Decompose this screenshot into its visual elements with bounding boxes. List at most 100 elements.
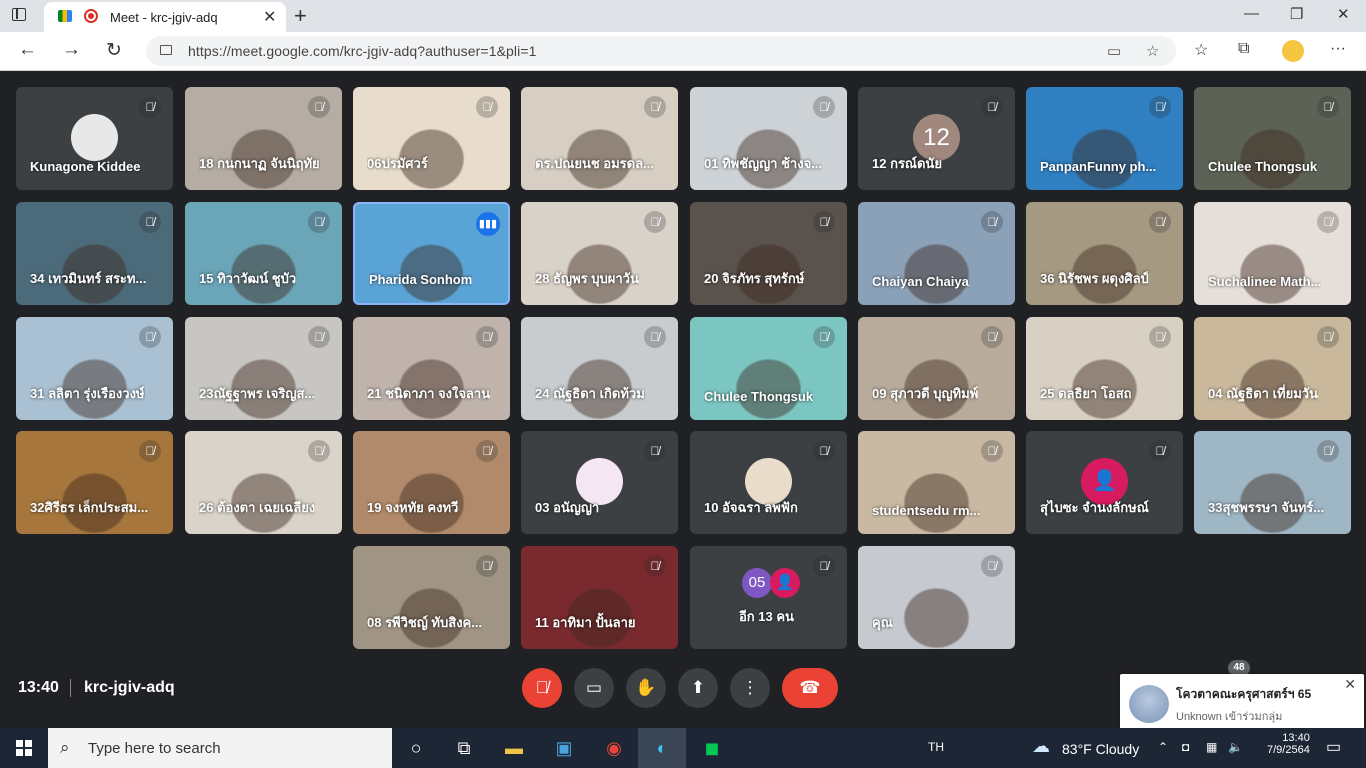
participant-tile[interactable]: 🎙̸ 15 ทิวาวัฒน์ ชูบัว (185, 202, 342, 305)
participant-tile[interactable]: 🎙̸ 04 ณัฐธิดา เที่ยมวัน (1194, 317, 1351, 420)
new-tab-button[interactable]: + (294, 3, 307, 29)
participant-name: Chulee Thongsuk (704, 389, 814, 404)
participant-tile[interactable]: 🎙̸ 26 ต้องตา เฉยเฉลียง (185, 431, 342, 534)
participant-tile[interactable]: 🎙̸ 34 เทวมินทร์ สระท... (16, 202, 173, 305)
leave-call-button[interactable]: ☎ (782, 668, 838, 708)
participant-tile[interactable]: 🎙̸ Suchalinee Math... (1194, 202, 1351, 305)
notification-center-icon[interactable]: ▭ (1326, 737, 1341, 757)
participant-tile[interactable]: 🎙̸ 01 ทิพชัญญา ช้างจ... (690, 87, 847, 190)
participant-tile[interactable]: 🎙̸ 33สุชพรรษา จันทร์... (1194, 431, 1351, 534)
join-notification[interactable]: โควตาคณะครุศาสตร์ฯ 65 Unknown เข้าร่วมกล… (1120, 674, 1364, 732)
lock-icon[interactable] (160, 45, 172, 55)
participant-tile[interactable]: 🎙̸ 24 ณัฐธิดา เกิดท้วม (521, 317, 678, 420)
participant-tile[interactable]: 🎙̸ 28 ธัญพร บุบผาวัน (521, 202, 678, 305)
participant-tile[interactable]: 12 🎙̸ 12 กรณ์ดนัย (858, 87, 1015, 190)
minimize-icon[interactable]: — (1244, 5, 1259, 22)
participant-name: 09 สุภาวดี บุญทิมพ์ (872, 386, 979, 401)
notification-close-icon[interactable]: ✕ (1344, 676, 1356, 693)
mic-muted-icon: 🎙̸ (308, 440, 330, 462)
profile-avatar[interactable] (1282, 40, 1304, 62)
search-placeholder: Type here to search (88, 740, 221, 757)
participant-tile[interactable]: 🎙̸ Chulee Thongsuk (1194, 87, 1351, 190)
edge-icon[interactable]: ◐ (638, 728, 686, 768)
participant-tile[interactable]: ▮▮▮ Pharida Sonhom (353, 202, 510, 305)
participant-tile[interactable]: 🎙̸ 20 จิรภัทร สุทรักษ์ (690, 202, 847, 305)
participant-name: อีก 13 คน (739, 609, 794, 624)
participant-tile[interactable]: 🎙̸ 36 นิรัชพร ผดุงศิลป์ (1026, 202, 1183, 305)
collections-icon[interactable]: ⧉ (1238, 40, 1249, 58)
language-indicator[interactable]: TH (928, 740, 944, 754)
meet-tray-icon[interactable]: ◘ (1182, 740, 1189, 754)
task-view-icon[interactable]: ⧉ (440, 728, 488, 768)
more-menu-icon[interactable]: ··· (1330, 40, 1346, 58)
url-text[interactable]: https://meet.google.com/krc-jgiv-adq?aut… (188, 43, 537, 59)
raise-hand-button[interactable]: ✋ (626, 668, 666, 708)
line-app-icon[interactable]: ◼ (688, 728, 736, 768)
participant-tile[interactable]: 🎙̸ 11 อาทิมา ปั้นลาย (521, 546, 678, 649)
participant-tile[interactable]: 👤 🎙̸ สุไบซะ จำนงลักษณ์ (1026, 431, 1183, 534)
favorites-icon[interactable]: ☆ (1194, 40, 1208, 60)
back-icon[interactable]: ← (18, 39, 37, 61)
participant-tile[interactable]: 🎙̸ 25 ดลธิยา โอสถ (1026, 317, 1183, 420)
participant-name: 31 ลลิตา รุ่งเรืองวงษ์ (30, 386, 145, 401)
cortana-icon[interactable]: ○ (392, 728, 440, 768)
notification-subtitle: Unknown เข้าร่วมกลุ่ม (1176, 711, 1283, 723)
mic-muted-icon: 🎙̸ (139, 440, 161, 462)
participant-tile[interactable]: 🎙̸ ดร.ปณยนช อมรดล... (521, 87, 678, 190)
mic-muted-icon: 🎙̸ (1317, 96, 1339, 118)
tab-title: Meet - krc-jgiv-adq (110, 10, 218, 25)
present-screen-button[interactable]: ⬆ (678, 668, 718, 708)
participant-name: studentsedu rm... (872, 503, 981, 518)
participant-grid: 🎙̸ Kunagone Kiddee 🎙̸ 18 กนกนาฏ จันนิฤทัย 🎙̸… (0, 71, 1366, 663)
participant-tile[interactable]: 🎙̸ PanpanFunny ph... (1026, 87, 1183, 190)
window-close-icon[interactable]: ✕ (1337, 5, 1350, 23)
participant-name: 36 นิรัชพร ผดุงศิลป์ (1040, 271, 1149, 286)
taskbar-search[interactable]: ⌕ Type here to search (48, 728, 392, 768)
meeting-code: krc-jgiv-adq (84, 679, 175, 696)
participant-tile[interactable]: 🎙̸ 23ณัฐฐาพร เจริญส... (185, 317, 342, 420)
participant-tile[interactable]: 🎙̸ Chulee Thongsuk (690, 317, 847, 420)
participant-tile[interactable]: 🎙̸ 19 จงหทัย คงทวี (353, 431, 510, 534)
tab-actions-icon[interactable] (12, 8, 26, 21)
participant-tile[interactable]: 🎙̸ คุณ (858, 546, 1015, 649)
participant-tile[interactable]: 🎙̸ Kunagone Kiddee (16, 87, 173, 190)
chrome-icon[interactable]: ◉ (590, 728, 638, 768)
browser-tab[interactable]: Meet - krc-jgiv-adq ✕ (44, 2, 286, 32)
file-explorer-icon[interactable]: ▬ (490, 728, 538, 768)
participant-name: 32ศิรีธร เล็กประสม... (30, 500, 149, 515)
taskbar-clock[interactable]: 13:40 7/9/2564 (1267, 732, 1310, 756)
participant-tile[interactable]: 🎙̸ Chaiyan Chaiya (858, 202, 1015, 305)
participant-tile[interactable]: 🎙̸ 31 ลลิตา รุ่งเรืองวงษ์ (16, 317, 173, 420)
camera-in-use-icon[interactable]: ▭ (1107, 42, 1121, 60)
participant-tile[interactable]: 🎙̸ 06ปรมัศวร์ (353, 87, 510, 190)
participant-tile[interactable]: 🎙̸ 18 กนกนาฏ จันนิฤทัย (185, 87, 342, 190)
forward-icon[interactable]: → (62, 39, 81, 61)
mic-off-button[interactable]: 🎙̸ (522, 668, 562, 708)
camera-button[interactable]: ▭ (574, 668, 614, 708)
participant-name: คุณ (872, 615, 893, 630)
weather-cloud-icon[interactable]: ☁ (1032, 736, 1050, 757)
participant-tile[interactable]: 🎙̸ 08 รพีวิชญ์ ทับสิงค... (353, 546, 510, 649)
meeting-time: 13:40 (18, 679, 59, 696)
participant-tile[interactable]: 🎙̸ 09 สุภาวดี บุญทิมพ์ (858, 317, 1015, 420)
participant-tile[interactable]: 🎙̸ 03 อนัญญา (521, 431, 678, 534)
tray-chevron-icon[interactable]: ⌃ (1158, 740, 1168, 754)
reload-icon[interactable]: ↻ (106, 39, 122, 62)
windows-start-icon[interactable] (16, 740, 32, 756)
network-icon[interactable]: ▦ (1206, 740, 1217, 754)
participant-tile[interactable]: 🎙̸ 21 ชนิดาภา จงใจลาน (353, 317, 510, 420)
restore-icon[interactable]: ❐ (1290, 5, 1303, 23)
more-options-button[interactable]: ⋮ (730, 668, 770, 708)
weather-text[interactable]: 83°F Cloudy (1062, 741, 1139, 757)
photos-icon[interactable]: ▣ (540, 728, 588, 768)
participant-name: สุไบซะ จำนงลักษณ์ (1040, 500, 1149, 515)
participant-tile[interactable]: 🎙̸ 10 อัจฉรา ลพฟัก (690, 431, 847, 534)
add-favorite-icon[interactable]: ☆ (1146, 42, 1159, 60)
mic-muted-icon: 🎙̸ (644, 555, 666, 577)
participant-tile[interactable]: 🎙̸ 32ศิรีธร เล็กประสม... (16, 431, 173, 534)
participant-tile[interactable]: 05 👤 🎙̸ อีก 13 คน (690, 546, 847, 649)
tab-close-icon[interactable]: ✕ (263, 7, 276, 27)
volume-icon[interactable]: 🔈 (1228, 740, 1243, 754)
participant-tile[interactable]: 🎙̸ studentsedu rm... (858, 431, 1015, 534)
url-bar[interactable]: https://meet.google.com/krc-jgiv-adq?aut… (146, 36, 1176, 66)
